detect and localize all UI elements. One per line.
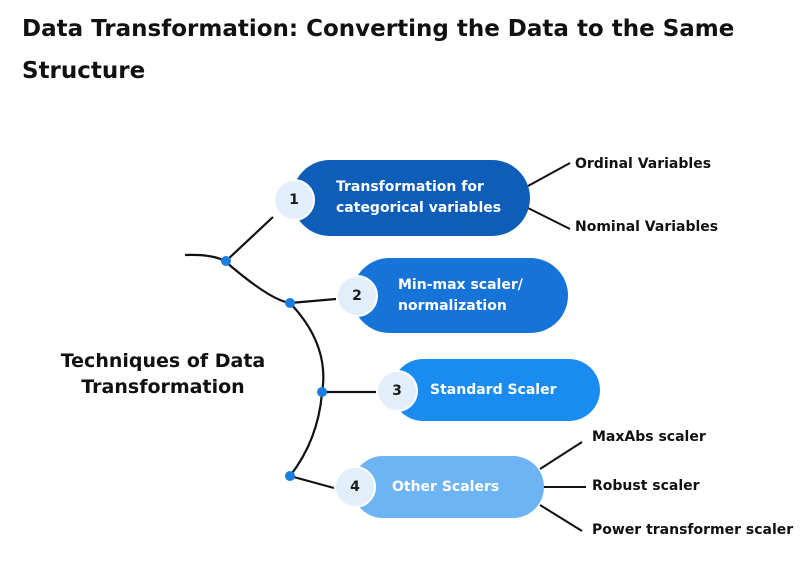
technique-3-label: Standard Scaler [430, 381, 557, 398]
leaf-line-ordinal [527, 162, 571, 187]
leaf-robust-scaler: Robust scaler [592, 478, 700, 494]
technique-4-pill: Other Scalers [352, 456, 544, 518]
technique-2-number-badge: 2 [336, 275, 378, 317]
branch-line-4 [289, 474, 335, 490]
technique-1-pill: Transformation for categorical variables [292, 160, 530, 236]
leaf-power-transformer-scaler: Power transformer scaler [592, 522, 794, 538]
leaf-ordinal-variables: Ordinal Variables [575, 156, 712, 172]
technique-1-number-badge: 1 [273, 179, 315, 221]
technique-1-label: Transformation for categorical variables [336, 179, 502, 216]
branch-line-1 [225, 216, 274, 262]
technique-4-number-badge: 4 [334, 466, 376, 508]
connector-dot-1 [221, 256, 231, 266]
branch-line-2 [289, 297, 337, 305]
technique-3-pill: Standard Scaler [392, 359, 600, 421]
technique-2-label: Min-max scaler/ normalization [398, 276, 523, 314]
leaf-line-power [539, 504, 583, 532]
connector-dot-3 [317, 387, 327, 397]
techniques-diagram: Techniques of Data Transformation Transf… [0, 0, 807, 579]
technique-2-pill: Min-max scaler/ normalization [352, 258, 568, 333]
leaf-line-nominal [527, 207, 571, 230]
leaf-maxabs-scaler: MaxAbs scaler [592, 429, 706, 445]
leaf-nominal-variables: Nominal Variables [575, 219, 719, 235]
connector-dot-2 [285, 298, 295, 308]
leaf-line-maxabs [539, 441, 583, 470]
center-label: Techniques of Data Transformation [60, 350, 266, 398]
connector-dot-4 [285, 471, 295, 481]
technique-4-label: Other Scalers [392, 478, 500, 495]
technique-3-number-badge: 3 [376, 370, 418, 412]
